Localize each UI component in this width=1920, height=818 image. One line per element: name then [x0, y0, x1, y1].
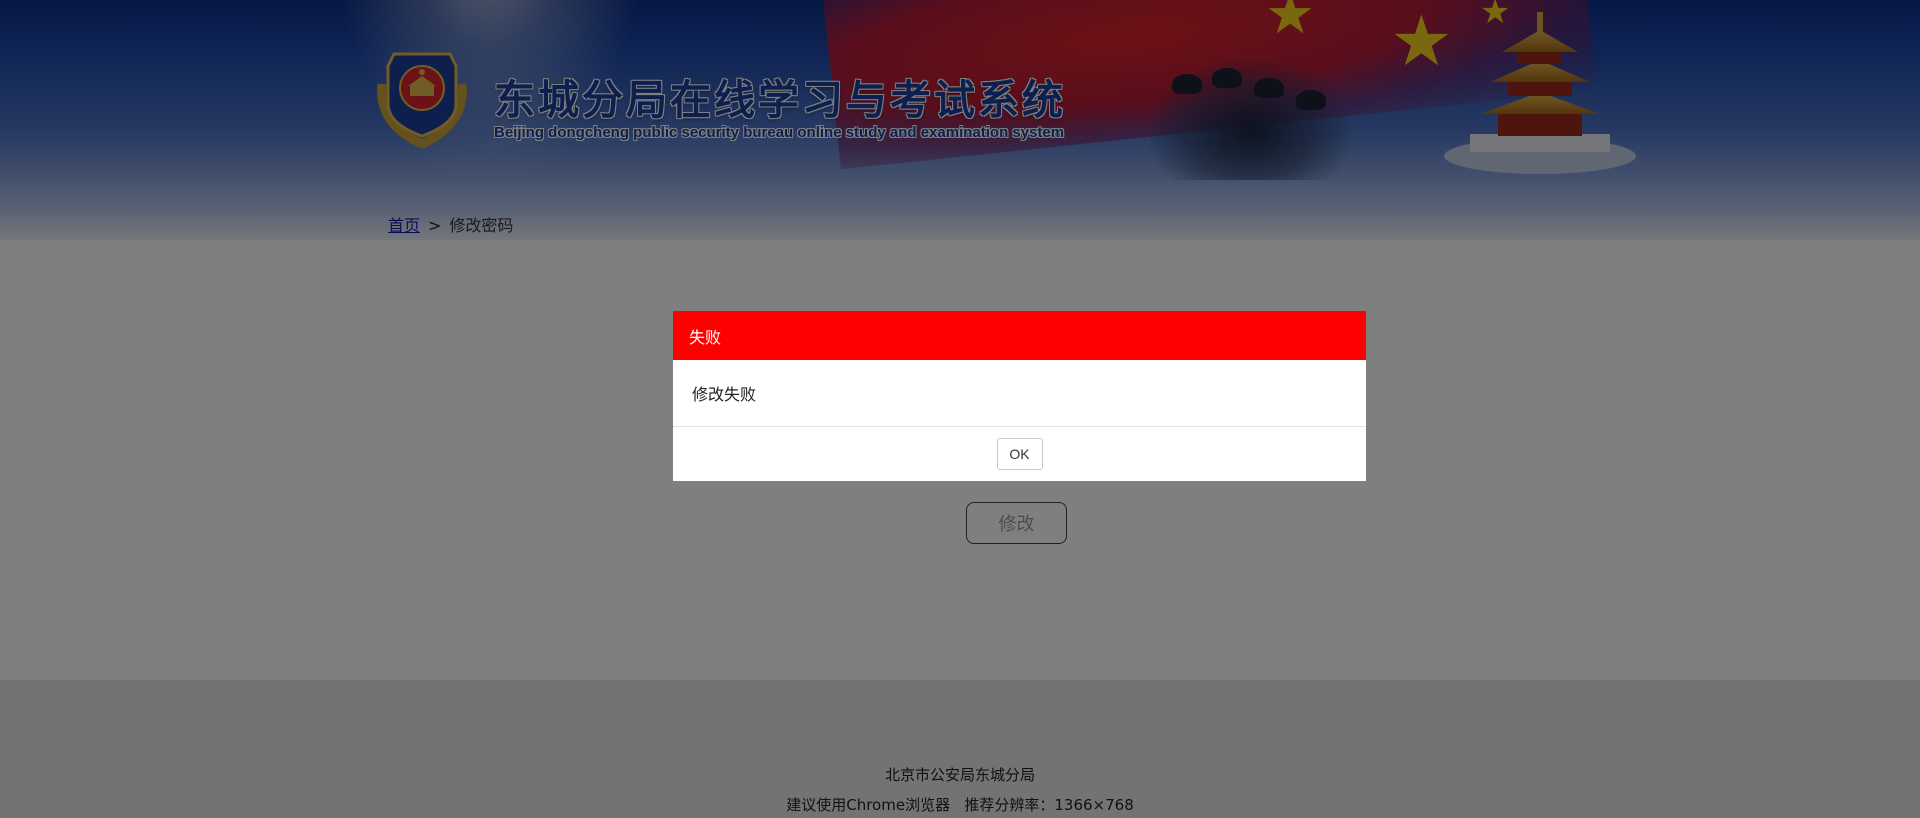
- ok-button[interactable]: OK: [996, 438, 1043, 470]
- error-dialog: 失败 修改失败 OK: [673, 311, 1366, 481]
- dialog-title: 失败: [689, 327, 722, 347]
- dialog-message: 修改失败: [692, 385, 757, 404]
- dialog-header: 失败: [673, 311, 1366, 360]
- dialog-body: 修改失败: [673, 360, 1366, 427]
- dialog-footer: OK: [673, 427, 1366, 481]
